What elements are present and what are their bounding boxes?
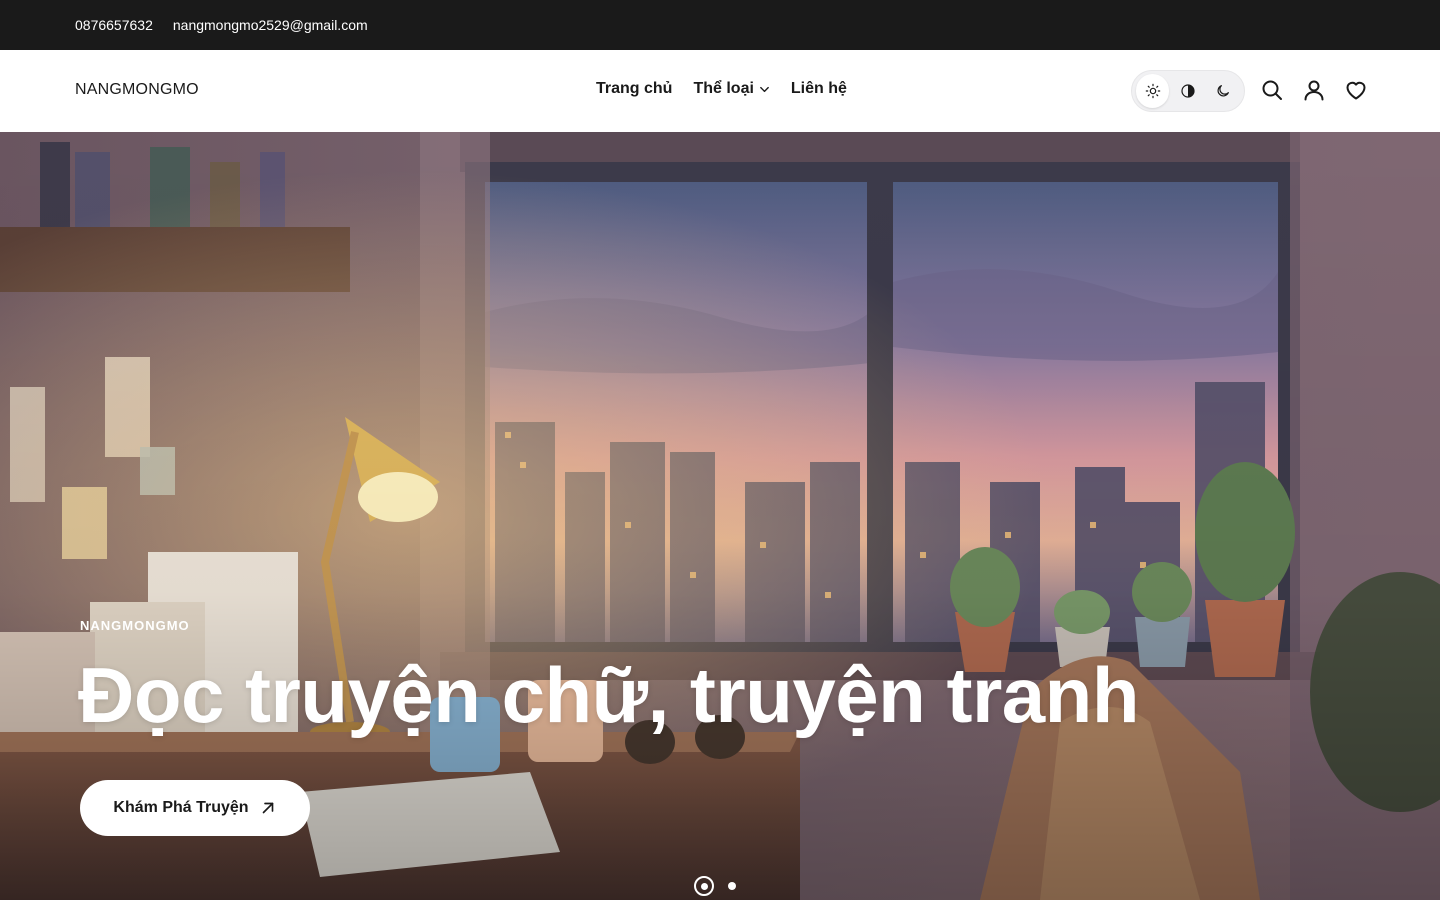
nav-item-label: Trang chủ xyxy=(596,80,673,97)
theme-auto-button[interactable] xyxy=(1171,74,1204,108)
header-actions xyxy=(1259,77,1369,103)
contact-phone[interactable]: 0876657632 xyxy=(75,17,153,33)
hero-kicker: NANGMONGMO xyxy=(80,618,190,633)
contrast-icon xyxy=(1181,84,1195,98)
nav-item-label: Thể loại xyxy=(693,80,754,97)
site-logo[interactable]: NANGMONGMO xyxy=(75,81,199,99)
chevron-down-icon xyxy=(760,86,769,92)
moon-icon xyxy=(1217,85,1230,97)
search-icon xyxy=(1262,80,1282,100)
nav-item-home[interactable]: Trang chủ xyxy=(596,80,672,98)
top-bar: 0876657632 nangmongmo2529@gmail.com xyxy=(0,0,1440,50)
slide-dot-2[interactable] xyxy=(728,882,736,890)
theme-dark-button[interactable] xyxy=(1207,74,1240,108)
arrow-up-right-icon xyxy=(262,802,273,814)
theme-light-button[interactable] xyxy=(1136,74,1170,108)
search-button[interactable] xyxy=(1259,77,1285,103)
nav-item-contact[interactable]: Liên hệ xyxy=(791,80,847,98)
user-icon xyxy=(1304,80,1324,101)
heart-icon xyxy=(1346,81,1366,100)
explore-stories-label: Khám Phá Truyện xyxy=(113,799,249,816)
theme-toggle xyxy=(1131,70,1245,112)
site-header: NANGMONGMO Trang chủ Thể loại Liên hệ xyxy=(0,50,1440,132)
contact-email[interactable]: nangmongmo2529@gmail.com xyxy=(173,17,368,33)
slider-pagination xyxy=(694,876,736,896)
account-button[interactable] xyxy=(1301,77,1327,103)
nav-item-genres[interactable]: Thể loại xyxy=(693,80,769,98)
wishlist-button[interactable] xyxy=(1343,77,1369,103)
nav-item-label: Liên hệ xyxy=(790,80,847,97)
hero-banner: NANGMONGMO Đọc truyện chữ, truyện tranh … xyxy=(0,132,1440,900)
sun-icon xyxy=(1145,83,1160,99)
main-nav: Trang chủ Thể loại Liên hệ xyxy=(596,80,847,98)
explore-stories-button[interactable]: Khám Phá Truyện xyxy=(80,780,310,836)
hero-title: Đọc truyện chữ, truyện tranh xyxy=(78,651,1139,739)
slide-dot-1[interactable] xyxy=(694,876,714,896)
